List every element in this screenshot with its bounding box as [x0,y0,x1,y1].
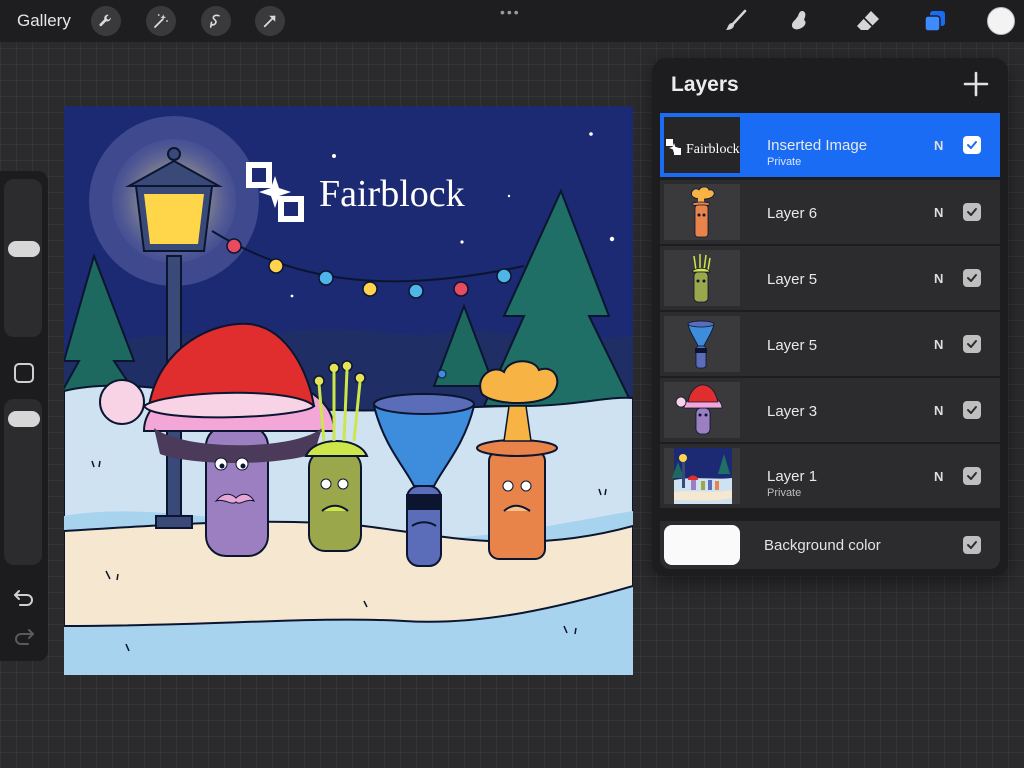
blend-mode-button[interactable]: N [934,403,943,418]
checkmark-icon [967,406,977,414]
layer-privacy: Private [767,156,802,168]
background-visibility-checkbox[interactable] [963,536,981,554]
orange-mushroom [476,360,559,560]
layer-row-layer-6[interactable]: Layer 6 N [660,180,1000,244]
selection-icon[interactable] [201,6,231,36]
layer-row-inserted-image[interactable]: Fairblock Inserted Image Private N [660,113,1000,177]
layers-panel: Layers Fairblock Inserted Image Private … [652,58,1008,576]
layer-row-layer-1[interactable]: Layer 1 Private N [660,444,1000,508]
transform-arrow-icon[interactable] [255,6,285,36]
top-toolbar: Gallery ••• [0,0,1024,42]
layer-name: Layer 3 [767,403,818,420]
undo-icon[interactable] [12,588,36,608]
eraser-icon[interactable] [853,7,883,35]
checkmark-icon [967,340,977,348]
blend-mode-button[interactable]: N [934,271,943,286]
checkmark-icon [967,274,977,282]
layer-name: Layer 5 [767,337,818,354]
blend-mode-button[interactable]: N [934,469,943,484]
layers-icon[interactable] [920,7,950,35]
checkmark-icon [967,208,977,216]
brush-size-slider[interactable] [4,179,42,337]
layer-name: Layer 5 [767,271,818,288]
layer-thumbnail: Fairblock [664,117,740,173]
layer-thumbnail [664,250,740,306]
layer-row-layer-3[interactable]: Layer 3 N [660,378,1000,442]
layer-row-layer-5-blue[interactable]: Layer 5 N [660,312,1000,376]
layer-privacy: Private [767,487,802,499]
brush-size-handle[interactable] [8,241,40,257]
layer-thumbnail [664,184,740,240]
layer-name: Layer 1 [767,468,818,485]
visibility-checkbox[interactable] [963,401,981,419]
checkmark-icon [967,472,977,480]
blend-mode-button[interactable]: N [934,205,943,220]
more-indicator[interactable]: ••• [500,4,521,20]
background-color-row[interactable]: Background color [660,521,1000,569]
smudge-icon[interactable] [785,7,815,35]
canvas-logo-text: Fairblock [319,173,465,215]
visibility-checkbox[interactable] [963,203,981,221]
drawing-canvas[interactable]: Fairblock [64,106,633,675]
layers-title: Layers [671,73,739,96]
redo-icon[interactable] [12,627,36,647]
layer-thumbnail [664,316,740,372]
visibility-checkbox[interactable] [963,269,981,287]
left-sidebar [0,171,48,661]
layer-name: Inserted Image [767,137,868,154]
checkmark-icon [967,141,977,149]
thumb-logo-text: Fairblock [686,142,740,157]
wrench-icon[interactable] [91,6,121,36]
blend-mode-button[interactable]: N [934,138,943,153]
background-color-swatch[interactable] [664,525,740,565]
color-picker-swatch[interactable] [987,7,1015,35]
background-color-label: Background color [764,537,881,554]
blend-mode-button[interactable]: N [934,337,943,352]
plus-icon[interactable] [961,69,991,99]
visibility-checkbox[interactable] [963,136,981,154]
modify-square-icon[interactable] [14,363,34,383]
checkmark-icon [967,541,977,549]
visibility-checkbox[interactable] [963,467,981,485]
gallery-button[interactable]: Gallery [17,11,71,31]
layer-thumbnail [664,382,740,438]
opacity-slider[interactable] [4,399,42,565]
visibility-checkbox[interactable] [963,335,981,353]
brush-icon[interactable] [721,7,751,35]
layer-thumbnail [664,448,740,504]
layer-name: Layer 6 [767,205,818,222]
magic-wand-icon[interactable] [146,6,176,36]
layer-row-layer-5[interactable]: Layer 5 N [660,246,1000,310]
opacity-handle[interactable] [8,411,40,427]
